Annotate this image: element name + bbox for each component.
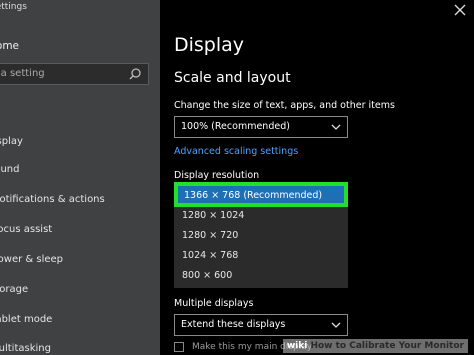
resolution-option[interactable]: 800 × 600 (182, 270, 232, 281)
watermark: wiki How to Calibrate Your Monitor (282, 339, 468, 353)
sidebar-item-storage[interactable]: Storage (0, 284, 28, 295)
multiple-displays-dropdown[interactable]: Extend these displays (174, 314, 348, 336)
close-icon[interactable] (454, 4, 466, 16)
scale-label: Change the size of text, apps, and other… (174, 100, 395, 111)
main-display-checkbox[interactable] (174, 342, 184, 352)
app-title: Settings (0, 2, 27, 12)
resolution-option[interactable]: 1280 × 1024 (182, 210, 244, 221)
page-title: Display (174, 34, 245, 56)
sidebar-item-focus-assist[interactable]: Focus assist (0, 224, 52, 235)
sidebar-item-home[interactable]: Home (0, 40, 19, 52)
multiple-displays-label: Multiple displays (174, 298, 254, 309)
watermark-text: How to Calibrate Your Monitor (310, 341, 464, 351)
resolution-option[interactable]: 1280 × 720 (182, 230, 238, 241)
resolution-label: Display resolution (174, 170, 260, 181)
multiple-displays-value: Extend these displays (181, 319, 286, 330)
resolution-option-label: 1366 × 768 (Recommended) (184, 190, 323, 201)
sidebar-item-multitasking[interactable]: Multitasking (0, 343, 51, 354)
sidebar-item-display[interactable]: Display (0, 136, 23, 147)
resolution-menu[interactable]: 1366 × 768 (Recommended) 1280 × 1024 128… (174, 182, 348, 288)
main-panel: Display Scale and layout Change the size… (160, 0, 474, 355)
resolution-option-selected[interactable]: 1366 × 768 (Recommended) (174, 182, 348, 207)
scale-value: 100% (Recommended) (181, 121, 290, 132)
advanced-scaling-link[interactable]: Advanced scaling settings (174, 146, 298, 157)
section-title: Scale and layout (174, 70, 291, 86)
sidebar: Settings Home Find a setting Display Sou… (0, 0, 160, 355)
resolution-option[interactable]: 1024 × 768 (182, 250, 238, 261)
search-input[interactable]: Find a setting (0, 63, 149, 85)
watermark-brand: wiki (286, 341, 308, 351)
sidebar-item-sound[interactable]: Sound (0, 164, 20, 175)
search-placeholder: Find a setting (0, 68, 45, 79)
sidebar-item-tablet-mode[interactable]: Tablet mode (0, 314, 52, 325)
search-icon[interactable] (128, 67, 142, 81)
sidebar-item-power-sleep[interactable]: Power & sleep (0, 254, 63, 265)
chevron-down-icon (331, 124, 341, 130)
chevron-down-icon (331, 322, 341, 328)
sidebar-item-notifications[interactable]: Notifications & actions (0, 194, 105, 205)
scale-dropdown[interactable]: 100% (Recommended) (174, 116, 348, 138)
